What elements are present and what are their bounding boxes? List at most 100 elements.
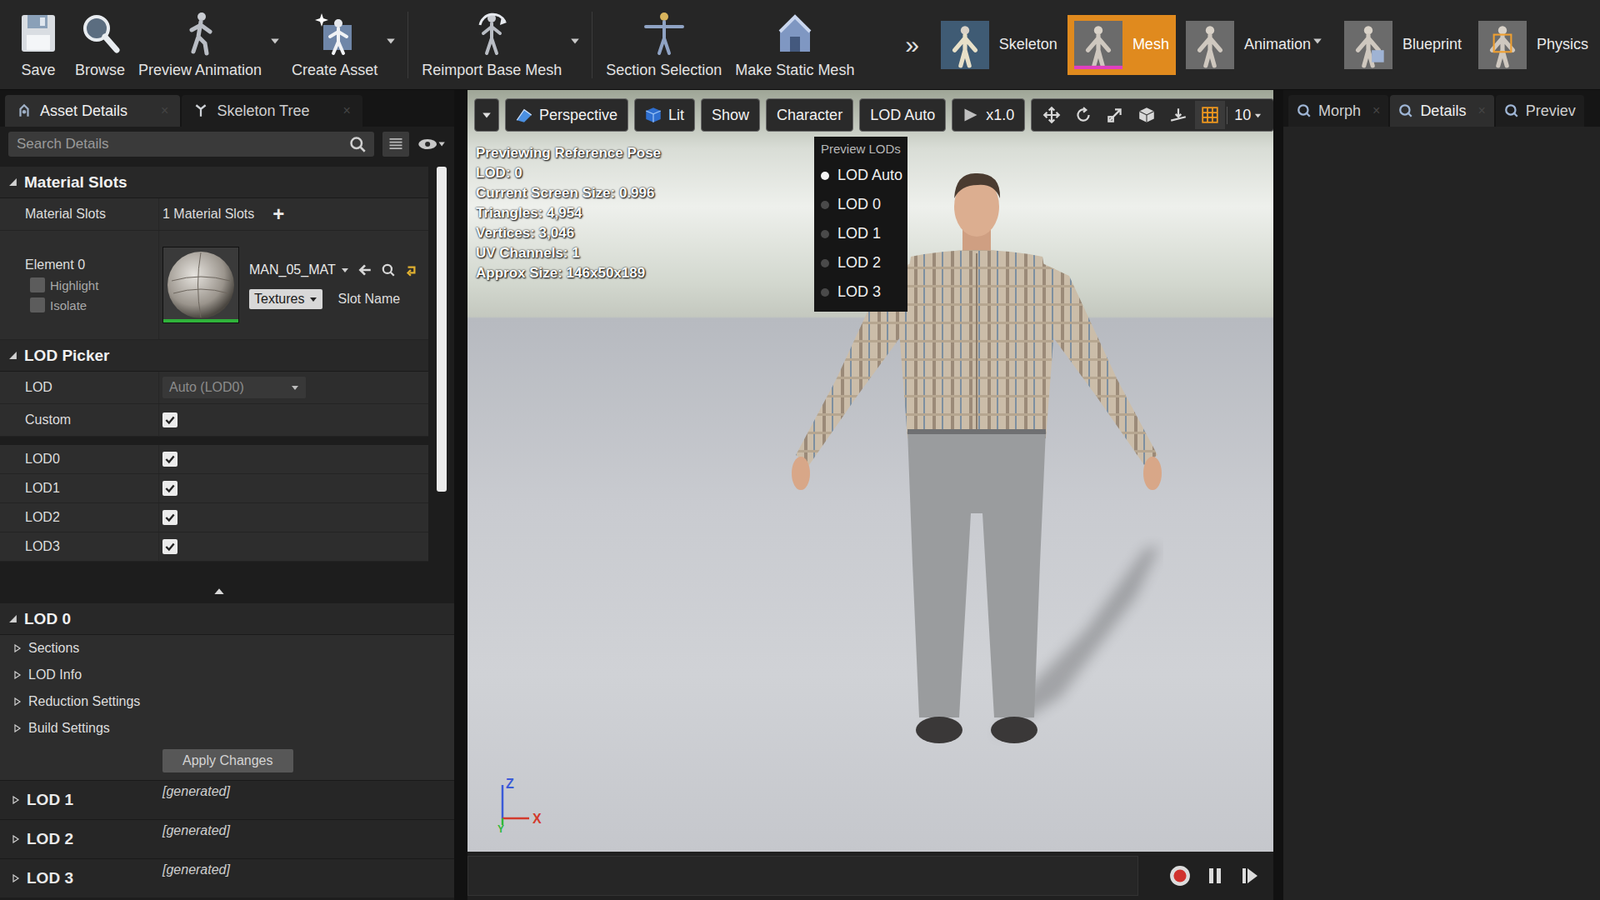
settings-group[interactable]: Reduction Settings xyxy=(0,688,455,715)
settings-group[interactable]: Build Settings xyxy=(0,715,455,742)
mode-button[interactable]: Animation xyxy=(1179,15,1335,75)
checkbox[interactable] xyxy=(30,277,45,293)
panel-tab[interactable]: Previev xyxy=(1495,95,1585,127)
lod-section-header[interactable]: LOD 3[generated] xyxy=(0,858,455,898)
material-dropdown[interactable]: MAN_05_MAT xyxy=(249,260,350,280)
tab-icon xyxy=(1504,103,1520,119)
settings-group[interactable]: LOD Info xyxy=(0,661,455,689)
checkbox[interactable] xyxy=(162,451,178,467)
category-header[interactable]: LOD Picker xyxy=(0,340,429,372)
viewport-button[interactable]: LOD Auto xyxy=(859,98,946,132)
search-field[interactable]: Search Details xyxy=(8,131,375,157)
record-button[interactable] xyxy=(1168,864,1192,888)
close-tab-button[interactable]: × xyxy=(160,103,169,119)
close-tab-button[interactable]: × xyxy=(342,103,350,119)
viewport-scene[interactable]: PerspectiveLitShowCharacterLOD Autox1.01… xyxy=(467,90,1274,852)
pause-button[interactable] xyxy=(1203,864,1227,888)
viewport-toolbar: PerspectiveLitShowCharacterLOD Autox1.0 1… xyxy=(474,98,1267,132)
option-checkbox[interactable]: Highlight xyxy=(25,277,99,293)
toolbar-button[interactable]: Section Selection xyxy=(599,6,729,83)
collapsed-arrow-icon xyxy=(13,670,22,680)
splitter[interactable] xyxy=(0,583,455,599)
dropdown-arrow-icon[interactable] xyxy=(570,35,580,46)
close-tab-button[interactable]: × xyxy=(1372,103,1380,119)
viewport-button[interactable]: Perspective xyxy=(505,98,629,132)
checkbox[interactable] xyxy=(162,412,178,428)
transform-tool-button[interactable] xyxy=(1100,100,1130,130)
lod-menu-item[interactable]: LOD 0 xyxy=(814,190,908,220)
toolbar-button[interactable]: Preview Animation xyxy=(131,6,269,83)
view-options-button[interactable] xyxy=(382,131,410,157)
apply-changes-button[interactable]: Apply Changes xyxy=(162,749,294,773)
lod-section-header[interactable]: LOD 1[generated] xyxy=(0,780,455,820)
grid-size-dropdown[interactable]: 10 xyxy=(1226,106,1269,125)
settings-group[interactable]: Sections xyxy=(0,635,455,662)
reset-arrow-icon[interactable] xyxy=(404,262,420,278)
transform-tool-button[interactable] xyxy=(1068,100,1099,130)
transform-tool-button[interactable] xyxy=(1163,100,1194,130)
option-checkbox[interactable]: Isolate xyxy=(25,297,87,313)
dropdown-arrow-icon[interactable] xyxy=(1312,35,1323,46)
toolbar-button[interactable]: Create Asset xyxy=(285,6,385,83)
checkbox[interactable] xyxy=(162,510,178,525)
browse-magnifier-icon[interactable] xyxy=(380,262,396,278)
lod-section-header[interactable]: LOD 0 xyxy=(0,603,455,635)
dropdown-arrow-icon[interactable] xyxy=(270,35,280,46)
close-tab-button[interactable]: × xyxy=(1477,103,1485,119)
timeline[interactable] xyxy=(467,855,1139,896)
use-selected-arrow-icon[interactable] xyxy=(357,262,373,278)
transform-tool-button[interactable] xyxy=(1131,100,1162,130)
collapsed-arrow-icon xyxy=(13,697,22,706)
transform-tools: 10 xyxy=(1030,98,1274,132)
toolbar-button[interactable]: Reimport Base Mesh xyxy=(415,6,569,83)
details-icon xyxy=(16,103,32,119)
transform-tool-button[interactable] xyxy=(1036,100,1067,130)
lod-menu-item[interactable]: LOD 3 xyxy=(814,277,908,307)
viewport-stats: Previewing Reference PoseLOD: 0Current S… xyxy=(475,143,661,284)
dropdown-arrow-icon[interactable] xyxy=(385,35,396,46)
record-icon xyxy=(1169,865,1191,887)
mode-button[interactable]: Blueprint xyxy=(1337,15,1469,75)
toolbar-button[interactable]: Make Static Mesh xyxy=(728,6,861,83)
play-speed-icon xyxy=(962,106,980,124)
skeleton-mode-icon xyxy=(940,20,990,70)
floppy-icon xyxy=(15,10,62,57)
toolbar-button[interactable]: Save xyxy=(8,6,69,83)
lod-menu-item[interactable]: LOD Auto xyxy=(814,160,908,190)
add-button[interactable]: + xyxy=(272,202,285,226)
scrollbar[interactable] xyxy=(436,166,447,584)
panel-tab[interactable]: Morph× xyxy=(1288,95,1389,127)
scrollbar-thumb[interactable] xyxy=(436,166,447,492)
viewport-button[interactable]: x1.0 xyxy=(951,98,1025,132)
lod-menu-item[interactable]: LOD 1 xyxy=(814,219,908,249)
eye-icon[interactable] xyxy=(417,135,446,153)
lod-dropdown[interactable]: Auto (LOD0) xyxy=(162,376,306,399)
check-icon xyxy=(164,482,176,495)
panel-tab[interactable]: Asset Details× xyxy=(5,95,180,127)
lod-section-header[interactable]: LOD 2[generated] xyxy=(0,819,455,859)
blueprint-mode-icon xyxy=(1344,20,1393,70)
checkbox[interactable] xyxy=(30,297,45,313)
property-row: LODAuto (LOD0) xyxy=(0,371,429,405)
viewport-button[interactable]: Show xyxy=(700,98,760,132)
toolbar-button[interactable]: Browse xyxy=(68,6,132,83)
radio-dot xyxy=(820,200,830,210)
mode-button[interactable]: Physics xyxy=(1471,15,1595,75)
checkbox[interactable] xyxy=(162,539,178,555)
mode-button[interactable]: Skeleton xyxy=(934,15,1065,75)
viewport-button[interactable]: Lit xyxy=(634,98,695,132)
transform-tool-button[interactable] xyxy=(1195,100,1225,130)
category-header[interactable]: Material Slots xyxy=(0,166,429,199)
material-thumbnail[interactable] xyxy=(162,246,240,324)
mode-button[interactable]: Mesh xyxy=(1067,15,1176,75)
overflow-button[interactable]: » xyxy=(905,30,920,60)
lod-menu-item[interactable]: LOD 2 xyxy=(814,248,908,278)
viewport-button[interactable]: Character xyxy=(765,98,854,132)
textures-dropdown[interactable]: Textures xyxy=(249,289,323,310)
viewport-options-button[interactable] xyxy=(474,98,500,132)
panel-tab[interactable]: Details× xyxy=(1390,95,1494,127)
checkbox[interactable] xyxy=(162,480,178,496)
panel-tab[interactable]: Skeleton Tree× xyxy=(181,95,362,127)
step-forward-button[interactable] xyxy=(1238,864,1262,888)
magnifier-icon xyxy=(349,135,366,153)
